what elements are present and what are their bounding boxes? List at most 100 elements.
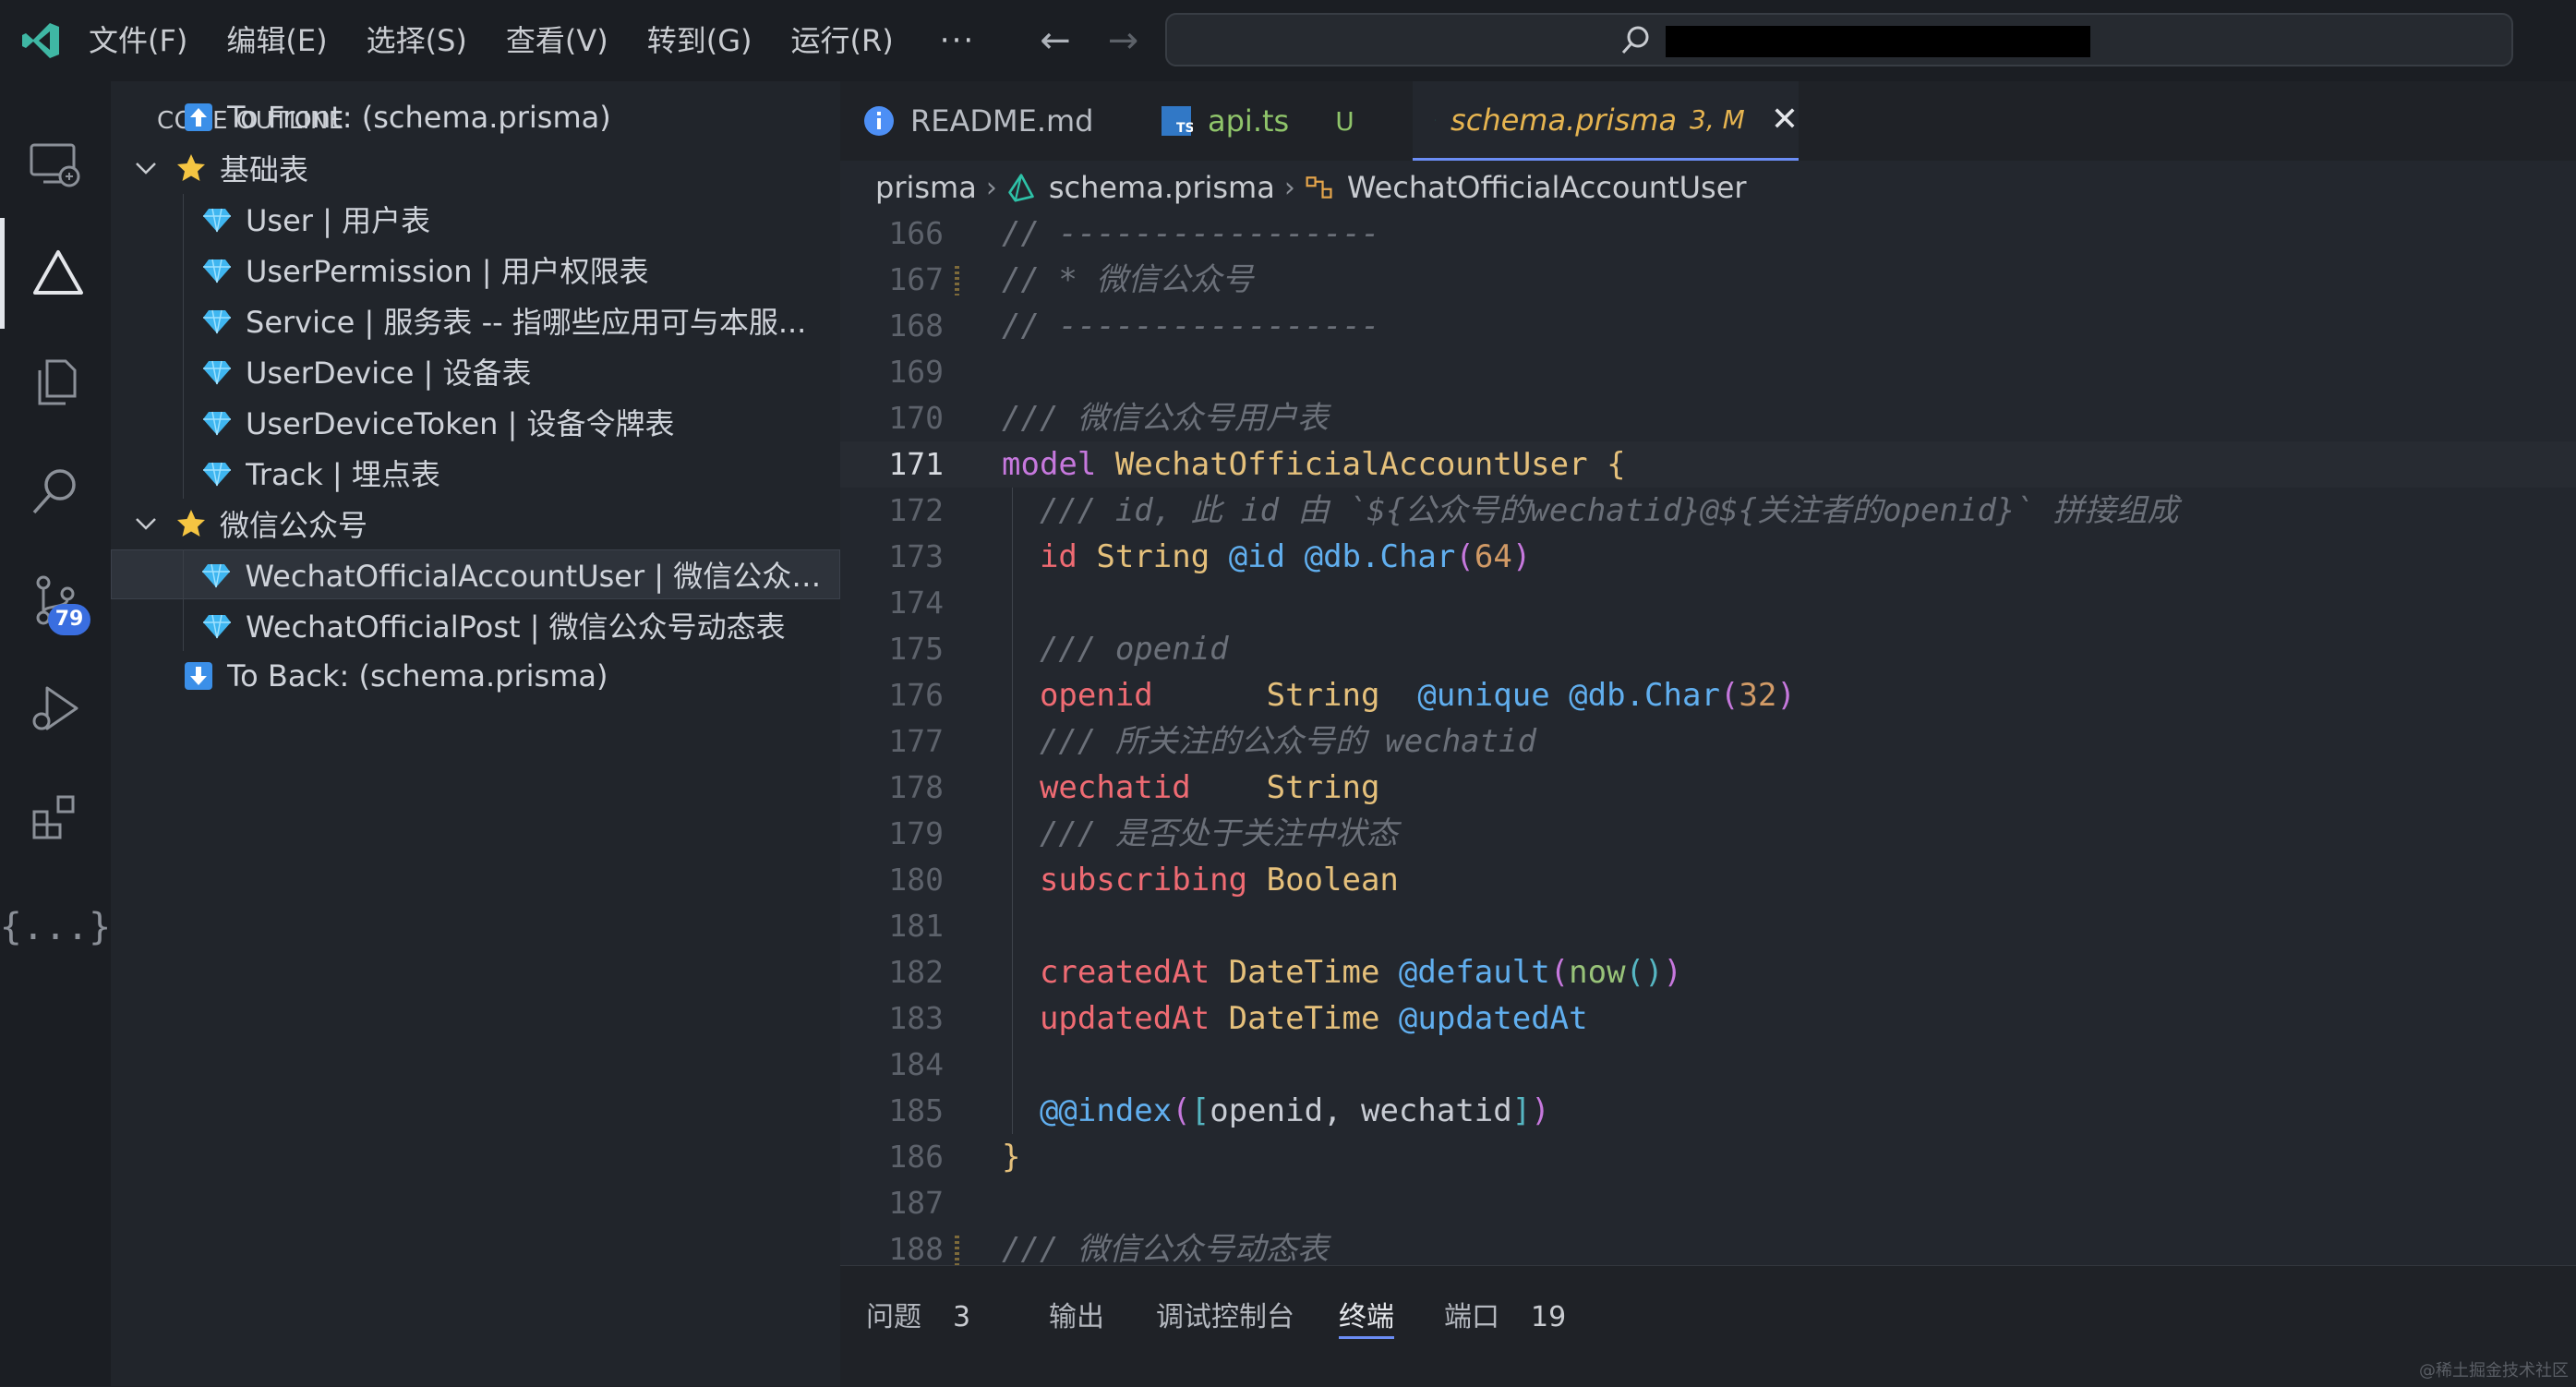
symbol-class-icon bbox=[1306, 176, 1332, 199]
panel-tab-label: 端口 bbox=[1444, 1301, 1499, 1333]
breadcrumb-file[interactable]: schema.prisma bbox=[1049, 170, 1275, 205]
outline-item-label: 基础表 bbox=[220, 152, 309, 187]
code-line[interactable]: 174 bbox=[840, 580, 2576, 626]
tab-schema[interactable]: schema.prisma 3, M ✕ bbox=[1413, 81, 1799, 161]
line-number: 186 bbox=[888, 1139, 944, 1175]
outline-item[interactable]: Service | 服务表 -- 指哪些应用可与本服... bbox=[111, 295, 840, 345]
menu-view[interactable]: 查看(V) bbox=[506, 0, 608, 81]
code-line[interactable]: 166 // ----------------- bbox=[840, 211, 2576, 257]
line-number: 168 bbox=[888, 308, 944, 344]
tab-api[interactable]: TS api.ts U bbox=[1138, 81, 1355, 161]
code-line[interactable]: 187 bbox=[840, 1180, 2576, 1226]
code-line[interactable]: 178 wechatid String bbox=[840, 765, 2576, 811]
code-line[interactable]: 167 // * 微信公众号 bbox=[840, 257, 2576, 303]
outline-item-label: WechatOfficialAccountUser | 微信公众号... bbox=[245, 559, 839, 594]
run-debug-button[interactable] bbox=[0, 654, 111, 765]
outline-item[interactable]: WechatOfficialAccountUser | 微信公众号... bbox=[111, 549, 840, 599]
panel-tab-output[interactable]: 输出 bbox=[1049, 1294, 1104, 1336]
breadcrumb-symbol[interactable]: WechatOfficialAccountUser bbox=[1347, 170, 1747, 205]
json-button[interactable]: {...} bbox=[0, 872, 111, 983]
search-button[interactable] bbox=[0, 436, 111, 547]
code-text: @@index([openid, wechatid]) bbox=[1039, 1092, 1550, 1129]
tab-label: README.md bbox=[910, 103, 1094, 139]
panel-tab-terminal[interactable]: 终端 bbox=[1339, 1294, 1394, 1339]
code-line[interactable]: 186} bbox=[840, 1134, 2576, 1180]
code-line[interactable]: 183 updatedAt DateTime @updatedAt bbox=[840, 995, 2576, 1042]
extensions-icon bbox=[32, 795, 75, 839]
extensions-button[interactable] bbox=[0, 763, 111, 874]
tab-label: api.ts bbox=[1208, 103, 1290, 139]
code-line[interactable]: 176 openid String @unique @db.Char(32) bbox=[840, 672, 2576, 718]
remote-explorer-button[interactable] bbox=[0, 109, 111, 220]
menu-selection[interactable]: 选择(S) bbox=[367, 0, 467, 81]
code-line[interactable]: 171 model WechatOfficialAccountUser { bbox=[840, 441, 2576, 488]
panel-tab-problems[interactable]: 问题 3 bbox=[866, 1294, 970, 1336]
breadcrumb-folder[interactable]: prisma bbox=[875, 170, 977, 205]
outline-item[interactable]: Track | 埋点表 bbox=[111, 448, 840, 498]
menu-run[interactable]: 运行(R) bbox=[791, 0, 894, 81]
panel-tab-ports[interactable]: 端口 19 bbox=[1444, 1294, 1566, 1336]
line-number: 175 bbox=[888, 631, 944, 667]
code-outline-button[interactable] bbox=[0, 218, 111, 329]
forward-arrow-icon[interactable]: → bbox=[1108, 19, 1139, 62]
code-editor[interactable]: 166 // ----------------- 167 // * 微信公众号 168 /… bbox=[840, 211, 2576, 1265]
code-line[interactable]: 182 createdAt DateTime @default(now()) bbox=[840, 949, 2576, 995]
back-arrow-icon[interactable]: ← bbox=[1040, 19, 1071, 62]
outline-item[interactable]: To Front: (schema.prisma) bbox=[111, 92, 840, 142]
line-number: 176 bbox=[888, 677, 944, 713]
code-line[interactable]: 173 id String @id @db.Char(64) bbox=[840, 534, 2576, 580]
code-line[interactable]: 184 bbox=[840, 1042, 2576, 1088]
search-icon bbox=[1621, 26, 1649, 54]
chevron-down-icon[interactable] bbox=[129, 507, 163, 540]
code-line[interactable]: 172 /// id, 此 id 由 `${公众号的wechatid}@${关注… bbox=[840, 488, 2576, 534]
line-number: 167 bbox=[888, 261, 944, 297]
gem-icon bbox=[203, 462, 231, 487]
panel-tab-debug-console[interactable]: 调试控制台 bbox=[1156, 1294, 1294, 1336]
gem-icon bbox=[203, 208, 231, 233]
outline-item[interactable]: UserPermission | 用户权限表 bbox=[111, 245, 840, 295]
code-line[interactable]: 179 /// 是否处于关注中状态 bbox=[840, 811, 2576, 857]
menu-edit[interactable]: 编辑(E) bbox=[226, 0, 327, 81]
close-icon[interactable]: ✕ bbox=[1771, 101, 1799, 139]
outline-item[interactable]: User | 用户表 bbox=[111, 194, 840, 244]
line-number: 187 bbox=[888, 1185, 944, 1221]
line-number: 177 bbox=[888, 723, 944, 759]
line-number: 181 bbox=[888, 908, 944, 944]
code-line[interactable]: 175 /// openid bbox=[840, 626, 2576, 672]
line-number: 166 bbox=[888, 215, 944, 251]
source-control-button[interactable]: 79 bbox=[0, 545, 111, 656]
outline-item[interactable]: To Back: (schema.prisma) bbox=[111, 651, 840, 701]
line-number: 183 bbox=[888, 1000, 944, 1036]
code-line[interactable]: 170 /// 微信公众号用户表 bbox=[840, 395, 2576, 441]
tab-readme[interactable]: README.md bbox=[840, 81, 1138, 161]
code-line[interactable]: 185 @@index([openid, wechatid]) bbox=[840, 1088, 2576, 1134]
outline-item[interactable]: UserDeviceToken | 设备令牌表 bbox=[111, 397, 840, 447]
code-line[interactable]: 180 subscribing Boolean bbox=[840, 857, 2576, 903]
chevron-right-icon: › bbox=[1283, 171, 1295, 204]
tab-modified-status: 3, M bbox=[1690, 104, 1745, 135]
chevron-down-icon[interactable] bbox=[129, 151, 163, 185]
code-line[interactable]: 188 /// 微信公众号动态表 bbox=[840, 1226, 2576, 1265]
prisma-icon bbox=[1435, 119, 1436, 121]
code-line[interactable]: 169 bbox=[840, 349, 2576, 395]
line-number: 170 bbox=[888, 400, 944, 436]
arrow-up-icon bbox=[185, 103, 212, 131]
code-line[interactable]: 181 bbox=[840, 903, 2576, 949]
menu-file[interactable]: 文件(F) bbox=[89, 0, 187, 81]
code-line[interactable]: 177 /// 所关注的公众号的 wechatid bbox=[840, 718, 2576, 765]
menu-go[interactable]: 转到(G) bbox=[647, 0, 752, 81]
outline-item[interactable]: 基础表 bbox=[111, 143, 840, 193]
code-text: // ----------------- bbox=[1002, 308, 1380, 344]
outline-item[interactable]: UserDevice | 设备表 bbox=[111, 346, 840, 396]
code-text: } bbox=[1002, 1139, 1021, 1176]
code-text: /// 微信公众号用户表 bbox=[1002, 400, 1329, 437]
explorer-button[interactable] bbox=[0, 327, 111, 438]
more-menu-button[interactable]: ··· bbox=[940, 22, 975, 59]
outline-item[interactable]: WechatOfficialPost | 微信公众号动态表 bbox=[111, 600, 840, 650]
code-line[interactable]: 168 // ----------------- bbox=[840, 303, 2576, 349]
files-icon bbox=[38, 359, 77, 405]
command-center-search[interactable] bbox=[1165, 13, 2513, 66]
outline-item[interactable]: 微信公众号 bbox=[111, 499, 840, 549]
breadcrumb: prisma › schema.prisma › WechatOfficialA… bbox=[875, 164, 1747, 211]
line-number: 171 bbox=[888, 446, 944, 482]
